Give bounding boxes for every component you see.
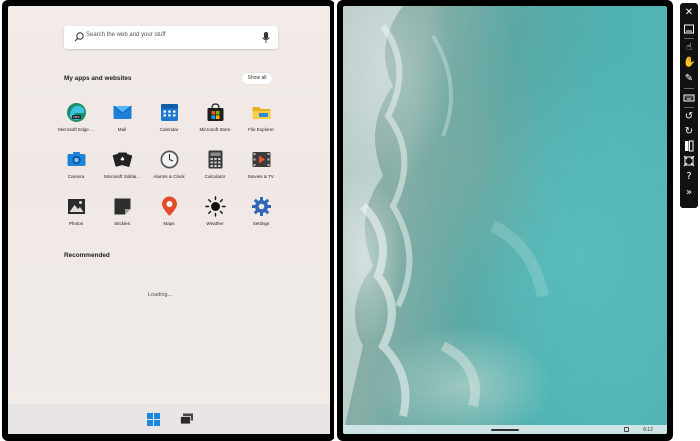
store-icon — [207, 103, 224, 121]
start-menu: Search the web and your stuff My apps an… — [8, 6, 330, 434]
app-tile-camera[interactable]: Camera — [53, 149, 99, 191]
calendar-icon — [161, 104, 178, 121]
mail-icon — [113, 105, 132, 119]
show-all-button[interactable]: Show all — [242, 73, 272, 84]
app-tile-edge[interactable]: DEV Microsoft Edge ... — [53, 102, 99, 144]
taskbar — [8, 404, 330, 434]
multi-touch-icon[interactable]: ✋ — [683, 57, 695, 69]
sun-icon — [205, 196, 226, 217]
search-input[interactable]: Search the web and your stuff — [86, 32, 166, 38]
search-box[interactable]: Search the web and your stuff — [64, 26, 278, 49]
map-pin-icon — [162, 196, 177, 216]
help-icon[interactable]: ? — [683, 171, 695, 183]
camera-icon — [67, 152, 86, 166]
app-label: Stickies — [114, 221, 130, 226]
apps-section-title: My apps and websites — [64, 75, 132, 82]
wave-foam — [343, 6, 549, 434]
app-tile-maps[interactable]: Maps — [146, 196, 192, 238]
folder-icon — [252, 107, 271, 119]
emulator-toolbar: ✕ ☝ ✋ ✎ ↺ ↻ ? » — [680, 3, 698, 208]
microphone-icon[interactable] — [261, 31, 271, 44]
gear-icon — [252, 197, 271, 216]
toolbar-divider — [684, 88, 694, 89]
stickies-icon — [114, 198, 131, 215]
app-tile-photos[interactable]: Photos — [53, 196, 99, 238]
keyboard-icon[interactable] — [683, 92, 695, 104]
right-taskbar: 6:12 — [343, 425, 667, 434]
cards-icon: ♠ — [112, 152, 133, 167]
app-tile-stickies[interactable]: Stickies — [99, 196, 145, 238]
rotate-right-icon[interactable]: ↻ — [683, 126, 695, 138]
recommended-title: Recommended — [64, 252, 110, 259]
app-label: Mail — [117, 127, 127, 132]
right-screen: 6:12 — [337, 0, 673, 441]
edge-dev-icon: DEV — [67, 103, 86, 122]
app-tile-alarms[interactable]: Alarms & Clock — [146, 149, 192, 191]
expand-tools-icon[interactable]: » — [683, 187, 695, 199]
movies-icon — [252, 152, 271, 167]
app-tile-movies[interactable]: Movies & TV — [238, 149, 284, 191]
wallpaper: 6:12 — [343, 6, 667, 434]
app-label: Movies & TV — [248, 174, 274, 179]
close-icon[interactable]: ✕ — [683, 7, 695, 19]
svg-text:♠: ♠ — [120, 156, 125, 163]
app-tile-file-explorer[interactable]: File Explorer — [238, 102, 284, 144]
task-view-icon[interactable] — [180, 413, 194, 425]
app-tile-weather[interactable]: Weather — [192, 196, 238, 238]
toolbar-divider — [684, 107, 694, 108]
app-label: Microsoft Solitai... — [103, 174, 141, 179]
app-tile-store[interactable]: Microsoft Store — [192, 102, 238, 144]
loading-text: Loading... — [148, 292, 173, 298]
system-tray-icon[interactable] — [624, 427, 629, 432]
windows-start-icon[interactable] — [147, 413, 160, 426]
pen-icon[interactable]: ✎ — [683, 73, 695, 85]
app-tile-calculator[interactable]: Calculator — [192, 149, 238, 191]
single-touch-icon[interactable]: ☝ — [683, 42, 695, 54]
toolbar-divider — [684, 38, 694, 39]
device-posture-icon[interactable] — [683, 140, 695, 152]
gesture-handle[interactable] — [491, 429, 519, 431]
photos-icon — [68, 199, 85, 214]
clock-icon — [160, 150, 179, 169]
search-icon — [74, 32, 84, 42]
fit-to-screen-icon[interactable] — [683, 155, 695, 167]
calculator-icon — [208, 150, 223, 169]
app-label: File Explorer — [248, 127, 274, 132]
rotate-left-icon[interactable]: ↺ — [683, 111, 695, 123]
left-screen: Search the web and your stuff My apps an… — [2, 0, 335, 441]
app-tile-mail[interactable]: Mail — [99, 102, 145, 144]
app-tile-solitaire[interactable]: ♠ Microsoft Solitai... — [99, 149, 145, 191]
app-tile-settings[interactable]: Settings — [238, 196, 284, 238]
minimize-icon[interactable] — [683, 23, 695, 35]
clock-time: 6:12 — [643, 427, 653, 433]
app-label: Settings — [252, 221, 270, 226]
svg-text:DEV: DEV — [73, 115, 80, 119]
app-tile-calendar[interactable]: Calendar — [146, 102, 192, 144]
